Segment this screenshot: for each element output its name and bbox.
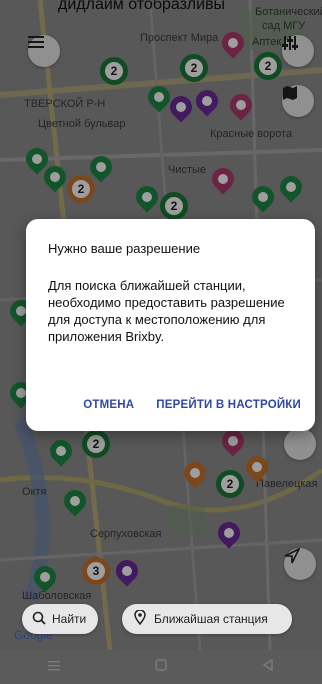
home-icon[interactable] [155,659,167,675]
search-icon [32,611,46,628]
app-screen: дидлаим отобразливы Проспект Мира Ботани… [0,0,322,684]
location-pin-icon [134,609,146,628]
permission-dialog: Нужно ваше разрешение Для поиска ближайш… [26,219,315,431]
dialog-title: Нужно ваше разрешение [48,241,201,256]
find-button[interactable]: Найти [22,604,98,634]
find-label: Найти [52,612,87,626]
nearest-station-label: Ближайшая станция [154,612,268,626]
open-settings-button[interactable]: ПЕРЕЙТИ В НАСТРОЙКИ [156,399,301,411]
back-icon[interactable] [262,658,274,675]
nearest-station-button[interactable]: Ближайшая станция [122,604,292,634]
cancel-button[interactable]: ОТМЕНА [83,399,134,411]
dialog-actions: ОТМЕНА ПЕРЕЙТИ В НАСТРОЙКИ [83,399,301,411]
recent-apps-icon[interactable] [47,660,60,675]
system-navigation-bar [0,650,322,684]
dialog-message: Для поиска ближайшей станции, необходимо… [48,278,285,344]
